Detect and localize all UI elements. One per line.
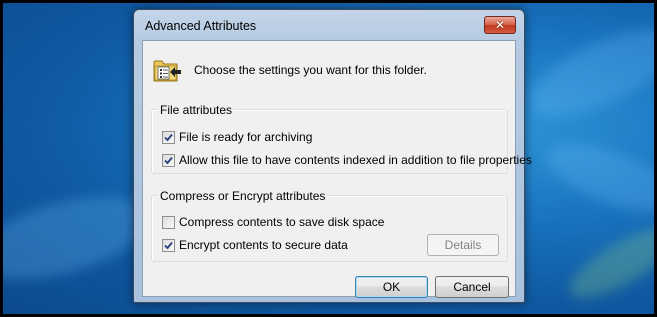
- archive-label[interactable]: File is ready for archiving: [179, 130, 312, 144]
- ok-button[interactable]: OK: [355, 276, 428, 298]
- index-checkbox-row[interactable]: Allow this file to have contents indexed…: [162, 153, 532, 167]
- close-icon: ✕: [494, 18, 506, 32]
- dialog-client-area: Choose the settings you want for this fo…: [142, 40, 532, 298]
- index-label[interactable]: Allow this file to have contents indexed…: [179, 153, 532, 167]
- index-checkbox[interactable]: [162, 153, 175, 167]
- archive-checkbox-row[interactable]: File is ready for archiving: [162, 130, 312, 144]
- archive-checkbox[interactable]: [162, 130, 175, 144]
- details-button[interactable]: Details: [427, 234, 499, 256]
- encrypt-checkbox-row[interactable]: Encrypt contents to secure data: [162, 238, 348, 252]
- title-bar[interactable]: Advanced Attributes ✕: [134, 10, 524, 40]
- checkmark-icon: [164, 241, 173, 249]
- advanced-attributes-dialog: Advanced Attributes ✕ Choose the setting…: [133, 9, 532, 303]
- compress-checkbox[interactable]: [162, 215, 175, 229]
- wallpaper-streak: [561, 215, 654, 311]
- cancel-button[interactable]: Cancel: [435, 276, 509, 298]
- window-title: Advanced Attributes: [145, 19, 257, 33]
- dialog-instructions: Choose the settings you want for this fo…: [194, 63, 427, 77]
- encrypt-label[interactable]: Encrypt contents to secure data: [179, 238, 348, 252]
- checkmark-icon: [164, 156, 173, 164]
- file-attributes-label: File attributes: [158, 103, 235, 117]
- folder-attributes-icon: [153, 60, 181, 82]
- close-button[interactable]: ✕: [484, 16, 516, 34]
- wallpaper-streak: [517, 12, 654, 134]
- compress-encrypt-label: Compress or Encrypt attributes: [158, 189, 328, 203]
- encrypt-checkbox[interactable]: [162, 238, 175, 252]
- compress-label[interactable]: Compress contents to save disk space: [179, 215, 384, 229]
- compress-checkbox-row[interactable]: Compress contents to save disk space: [162, 215, 384, 229]
- wallpaper-streak: [538, 130, 654, 226]
- checkmark-icon: [164, 133, 173, 141]
